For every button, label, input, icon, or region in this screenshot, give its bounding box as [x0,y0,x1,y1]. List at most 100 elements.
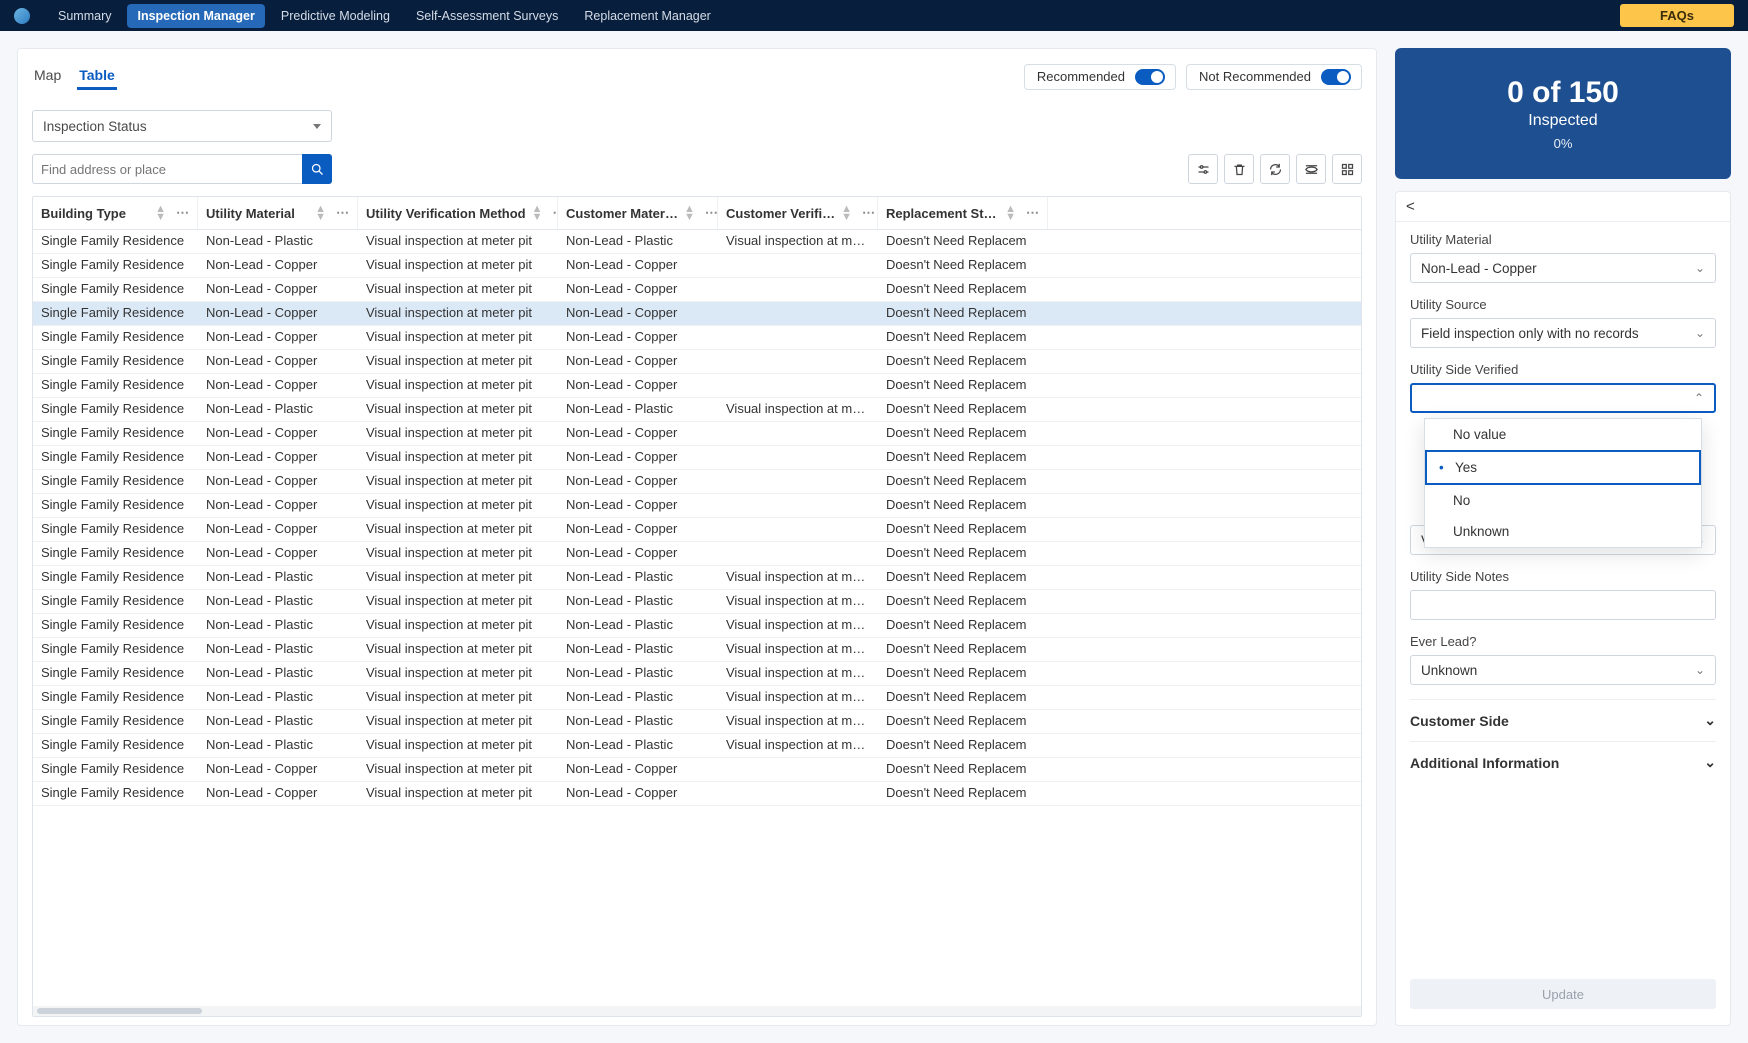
faq-button[interactable]: FAQs [1620,4,1734,27]
more-icon[interactable]: ⋯ [705,205,718,221]
table-cell: Visual inspection at meter … [718,710,878,733]
more-icon[interactable]: ⋯ [862,205,875,221]
table-cell: Non-Lead - Copper [198,278,358,301]
table-cell: Non-Lead - Plastic [558,230,718,253]
nav-inspection-manager[interactable]: Inspection Manager [127,4,264,28]
table-row[interactable]: Single Family ResidenceNon-Lead - Copper… [33,446,1361,470]
grid-button[interactable] [1332,154,1362,184]
nav-predictive-modeling[interactable]: Predictive Modeling [271,4,400,28]
table-row[interactable]: Single Family ResidenceNon-Lead - Plasti… [33,686,1361,710]
table-row[interactable]: Single Family ResidenceNon-Lead - Copper… [33,350,1361,374]
more-icon[interactable]: ⋯ [336,205,349,221]
delete-button[interactable] [1224,154,1254,184]
table-row[interactable]: Single Family ResidenceNon-Lead - Copper… [33,374,1361,398]
dropdown-option[interactable]: No value [1425,419,1701,450]
inspection-status-select[interactable]: Inspection Status [32,110,332,142]
table-row[interactable]: Single Family ResidenceNon-Lead - Copper… [33,782,1361,806]
table-cell: Non-Lead - Plastic [558,662,718,685]
search-input[interactable] [32,154,302,184]
column-header[interactable]: Utility Verification Method▲▼⋯ [358,197,558,229]
utility-verified-label: Utility Side Verified [1410,362,1716,377]
table-row[interactable]: Single Family ResidenceNon-Lead - Plasti… [33,710,1361,734]
table-row[interactable]: Single Family Residence Non-Lead - Copper… [33,470,1361,494]
table-row[interactable]: Single Family ResidenceNon-Lead - Plasti… [33,734,1361,758]
table-cell: Visual inspection at meter pit [358,518,558,541]
additional-info-section[interactable]: Additional Information ⌄ [1410,741,1716,783]
table-row[interactable]: Single Family ResidenceNon-Lead - Plasti… [33,398,1361,422]
customer-side-section[interactable]: Customer Side ⌄ [1410,699,1716,741]
table-row[interactable]: Single Family ResidenceNon-Lead - Copper… [33,278,1361,302]
table-row[interactable]: Single Family ResidenceNon-Lead - Plasti… [33,230,1361,254]
table-row[interactable]: Single Family ResidenceNon-Lead - Plasti… [33,662,1361,686]
column-header[interactable]: Building Type▲▼⋯ [33,197,198,229]
table-cell: Doesn't Need Replacem [878,782,1048,805]
table-cell: Single Family Residence [33,470,198,493]
status-label: Inspected [1405,112,1721,130]
table-cell [718,542,878,565]
ever-lead-select[interactable]: Unknown ⌄ [1410,655,1716,685]
nav-summary[interactable]: Summary [48,4,121,28]
table-cell: Visual inspection at meter … [718,734,878,757]
utility-verified-input[interactable] [1422,391,1694,406]
table-cell: Non-Lead - Copper [198,422,358,445]
nav-self-assessment-surveys[interactable]: Self-Assessment Surveys [406,4,568,28]
refresh-button[interactable] [1260,154,1290,184]
table-cell: Non-Lead - Plastic [198,614,358,637]
view-tab-map[interactable]: Map [32,63,63,90]
sort-icon: ▲▼ [841,205,852,221]
table-cell: Doesn't Need Replacem [878,302,1048,325]
toggle-recommended[interactable]: Recommended [1024,64,1176,90]
update-button[interactable]: Update [1410,979,1716,1009]
table-row[interactable]: Single Family ResidenceNon-Lead - Copper… [33,758,1361,782]
table-cell: Visual inspection at meter pit [358,782,558,805]
dropdown-option[interactable]: Yes [1425,450,1701,485]
table-row[interactable]: Single Family ResidenceNon-Lead - Copper… [33,254,1361,278]
column-header[interactable]: Replacement St…▲▼⋯ [878,197,1048,229]
table-row[interactable]: Single Family ResidenceNon-Lead - Plasti… [33,638,1361,662]
utility-verified-select[interactable]: ⌃ [1410,383,1716,413]
chevron-up-icon: ⌃ [1694,391,1704,405]
utility-material-select[interactable]: Non-Lead - Copper ⌄ [1410,253,1716,283]
table-row[interactable]: Single Family ResidenceNon-Lead - Copper… [33,302,1361,326]
column-header[interactable]: Customer Verifi…▲▼⋯ [718,197,878,229]
table-cell: Non-Lead - Copper [558,470,718,493]
table-cell: Non-Lead - Plastic [558,734,718,757]
column-header[interactable]: Utility Material▲▼⋯ [198,197,358,229]
toggle-not-recommended[interactable]: Not Recommended [1186,64,1362,90]
table-cell: Single Family Residence [33,614,198,637]
table-cell: Single Family Residence [33,758,198,781]
table-row[interactable]: Single Family ResidenceNon-Lead - Copper… [33,494,1361,518]
table-row[interactable]: Single Family ResidenceNon-Lead - Copper… [33,326,1361,350]
table-row[interactable]: Single Family ResidenceNon-Lead - Plasti… [33,590,1361,614]
table-cell [718,422,878,445]
horizontal-scrollbar[interactable] [33,1006,1361,1016]
more-icon[interactable]: ⋯ [1026,205,1039,221]
collapse-button[interactable]: < [1406,198,1415,215]
table-cell: Single Family Residence [33,446,198,469]
column-header[interactable]: Customer Mater…▲▼⋯ [558,197,718,229]
search-button[interactable] [302,154,332,184]
utility-source-select[interactable]: Field inspection only with no records ⌄ [1410,318,1716,348]
table-cell: Visual inspection at meter pit [358,278,558,301]
table-row[interactable]: Single Family ResidenceNon-Lead - Copper… [33,422,1361,446]
table-cell: Visual inspection at meter pit [358,302,558,325]
dropdown-option[interactable]: Unknown [1425,516,1701,547]
columns-button[interactable] [1296,154,1326,184]
table-cell: Doesn't Need Replacem [878,758,1048,781]
table-row[interactable]: Single Family ResidenceNon-Lead - Plasti… [33,566,1361,590]
trash-icon [1232,162,1247,177]
dropdown-option[interactable]: No [1425,485,1701,516]
utility-notes-input[interactable] [1410,590,1716,620]
table-row[interactable]: Single Family ResidenceNon-Lead - Copper… [33,542,1361,566]
table-row[interactable]: Single Family ResidenceNon-Lead - Plasti… [33,614,1361,638]
inspection-table: Building Type▲▼⋯Utility Material▲▼⋯Utili… [32,196,1362,1017]
table-cell: Doesn't Need Replacem [878,710,1048,733]
more-icon[interactable]: ⋯ [176,205,189,221]
table-cell: Visual inspection at meter pit [358,254,558,277]
nav-replacement-manager[interactable]: Replacement Manager [574,4,720,28]
view-tab-table[interactable]: Table [77,63,117,90]
table-row[interactable]: Single Family ResidenceNon-Lead - Copper… [33,518,1361,542]
table-cell [718,758,878,781]
filter-adjust-button[interactable] [1188,154,1218,184]
table-cell: Single Family Residence [33,686,198,709]
